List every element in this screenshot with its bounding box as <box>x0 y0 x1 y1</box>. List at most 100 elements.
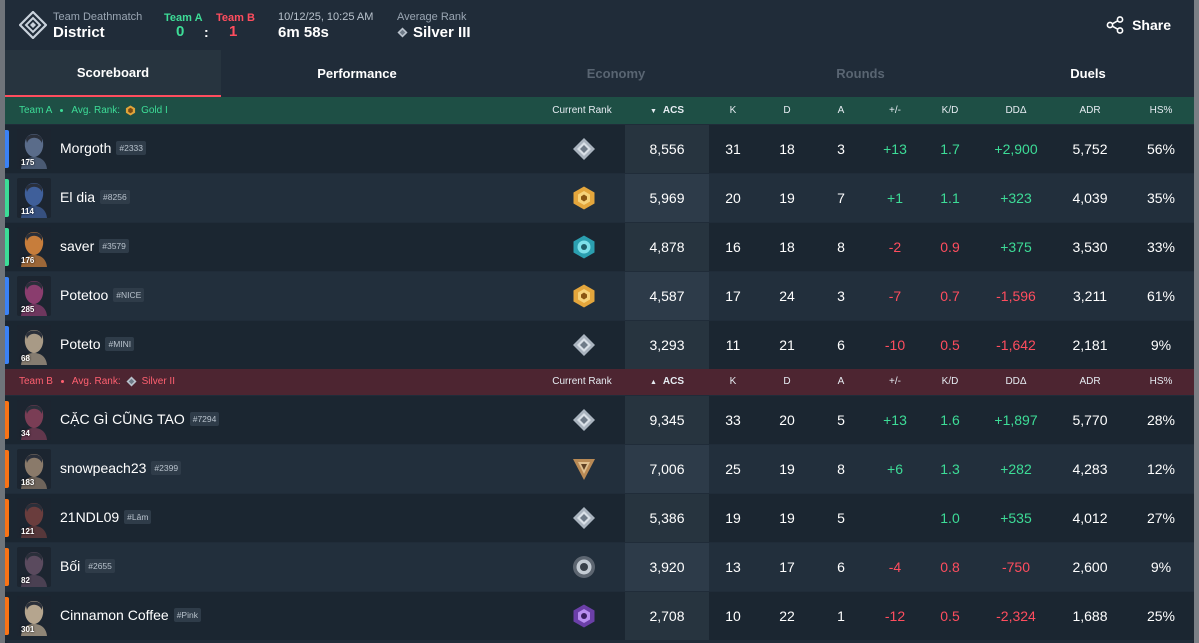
col-adr[interactable]: ADR <box>1065 105 1115 116</box>
map-name: District <box>53 24 105 41</box>
adr-value: 2,600 <box>1072 559 1108 575</box>
dd-delta-value: -750 <box>1001 559 1031 575</box>
acs-value: 5,969 <box>649 190 685 206</box>
col-plus-minus[interactable]: +/- <box>875 376 915 387</box>
player-color-bar <box>5 597 9 635</box>
plus-minus-value: +13 <box>883 141 907 157</box>
team-b-score: 1 <box>229 23 238 40</box>
team-b-summary: Team B Avg. Rank: Silver II <box>19 376 175 387</box>
tab-duels[interactable]: Duels <box>982 50 1194 97</box>
col-d[interactable]: D <box>767 376 807 387</box>
assists-value: 7 <box>837 190 845 206</box>
hs-value: 9% <box>1150 337 1172 353</box>
account-level: 114 <box>21 207 34 216</box>
hs-value: 61% <box>1146 288 1176 304</box>
player-name[interactable]: El dia #8256 <box>60 189 130 205</box>
player-row[interactable]: 175 Morgoth #2333 8,556 31 18 3 +13 1.7 … <box>5 125 1194 173</box>
account-level: 183 <box>21 478 35 487</box>
average-rank-label: Average Rank <box>397 11 467 23</box>
kd-value: 1.1 <box>940 190 960 206</box>
player-name[interactable]: snowpeach23 #2399 <box>60 460 182 476</box>
player-name[interactable]: Potetoo #NICE <box>60 287 145 303</box>
col-kd[interactable]: K/D <box>930 376 970 387</box>
silver-rank-icon <box>126 376 137 387</box>
player-color-bar <box>5 548 9 586</box>
team-b-avg-rank: Silver II <box>141 376 175 387</box>
player-name-text: El dia <box>60 189 96 205</box>
tab-economy[interactable]: Economy <box>493 50 739 97</box>
tab-scoreboard[interactable]: Scoreboard <box>5 50 221 97</box>
player-name[interactable]: CẶC GÌ CŨNG TAO #7294 <box>60 411 220 427</box>
col-acs[interactable]: ▼ ACS <box>635 105 699 116</box>
hs-value: 35% <box>1146 190 1176 206</box>
col-current-rank[interactable]: Current Rank <box>545 376 619 387</box>
player-name[interactable]: saver #3579 <box>60 238 129 254</box>
col-a[interactable]: A <box>821 376 861 387</box>
player-row[interactable]: 114 El dia #8256 5,969 20 19 7 +1 1.1 +3… <box>5 174 1194 222</box>
player-name[interactable]: Morgoth #2333 <box>60 140 146 156</box>
col-adr[interactable]: ADR <box>1065 376 1115 387</box>
col-acs[interactable]: ▲ ACS <box>635 376 699 387</box>
team-a-score: 0 <box>176 23 185 40</box>
tab-performance[interactable]: Performance <box>221 50 493 97</box>
kills-value: 11 <box>725 337 741 353</box>
col-dd[interactable]: DDΔ <box>991 376 1041 387</box>
match-duration: 6m 58s <box>278 24 329 41</box>
col-a[interactable]: A <box>821 105 861 116</box>
deaths-value: 18 <box>779 141 795 157</box>
player-name[interactable]: Poteto #MINI <box>60 336 135 352</box>
kd-value: 1.3 <box>940 461 960 477</box>
player-color-bar <box>5 228 9 266</box>
player-name-text: 21NDL09 <box>60 509 120 525</box>
hs-value: 27% <box>1146 510 1176 526</box>
account-level: 68 <box>21 354 30 363</box>
assists-value: 6 <box>837 559 845 575</box>
kd-value: 0.7 <box>940 288 960 304</box>
player-name[interactable]: Bối #2655 <box>60 558 115 574</box>
share-button[interactable]: Share <box>1106 16 1171 34</box>
player-row[interactable]: 68 Poteto #MINI 3,293 11 21 6 -10 0.5 -1… <box>5 321 1194 369</box>
col-current-rank[interactable]: Current Rank <box>545 105 619 116</box>
col-hs[interactable]: HS% <box>1136 376 1186 387</box>
col-dd[interactable]: DDΔ <box>991 105 1041 116</box>
col-hs[interactable]: HS% <box>1136 105 1186 116</box>
player-row[interactable]: 82 Bối #2655 3,920 13 17 6 -4 0.8 -750 2… <box>5 543 1194 591</box>
player-row[interactable]: 301 Cinnamon Coffee #Pink 2,708 10 22 1 … <box>5 592 1194 640</box>
dd-delta-value: -1,596 <box>996 288 1036 304</box>
acs-value: 5,386 <box>649 510 685 526</box>
player-color-bar <box>5 450 9 488</box>
team-a-avg-label: Avg. Rank: <box>71 105 121 116</box>
player-row[interactable]: 176 saver #3579 4,878 16 18 8 -2 0.9 +37… <box>5 223 1194 271</box>
player-row[interactable]: 34 CẶC GÌ CŨNG TAO #7294 9,345 33 20 5 +… <box>5 396 1194 444</box>
col-k[interactable]: K <box>713 376 753 387</box>
player-name[interactable]: 21NDL09 #Lâm <box>60 509 152 525</box>
acs-value: 8,556 <box>649 141 685 157</box>
account-level: 34 <box>21 429 30 438</box>
player-name-text: Cinnamon Coffee <box>60 607 169 623</box>
dd-delta-value: +323 <box>1000 190 1032 206</box>
silver-rank-icon <box>573 138 595 160</box>
team-a-avg-rank: Gold I <box>141 105 168 116</box>
player-tag: #Lâm <box>124 510 152 524</box>
kd-value: 0.5 <box>940 337 960 353</box>
tab-rounds[interactable]: Rounds <box>739 50 982 97</box>
adr-value: 4,012 <box>1072 510 1108 526</box>
player-color-bar <box>5 326 9 364</box>
player-row[interactable]: 121 21NDL09 #Lâm 5,386 19 19 5 1.0 +535 … <box>5 494 1194 542</box>
col-plus-minus[interactable]: +/- <box>875 105 915 116</box>
player-row[interactable]: 285 Potetoo #NICE 4,587 17 24 3 -7 0.7 -… <box>5 272 1194 320</box>
player-tag: #3579 <box>99 239 129 253</box>
hs-value: 33% <box>1146 239 1176 255</box>
player-row[interactable]: 183 snowpeach23 #2399 7,006 25 19 8 +6 1… <box>5 445 1194 493</box>
plus-minus-value: -4 <box>888 559 902 575</box>
col-d[interactable]: D <box>767 105 807 116</box>
hs-value: 9% <box>1150 559 1172 575</box>
account-level: 176 <box>21 256 35 265</box>
player-name[interactable]: Cinnamon Coffee #Pink <box>60 607 201 623</box>
player-name-text: Bối <box>60 558 81 574</box>
deaths-value: 19 <box>779 190 795 206</box>
col-kd[interactable]: K/D <box>930 105 970 116</box>
assists-value: 8 <box>837 461 845 477</box>
col-k[interactable]: K <box>713 105 753 116</box>
gold-rank-icon <box>126 105 136 116</box>
